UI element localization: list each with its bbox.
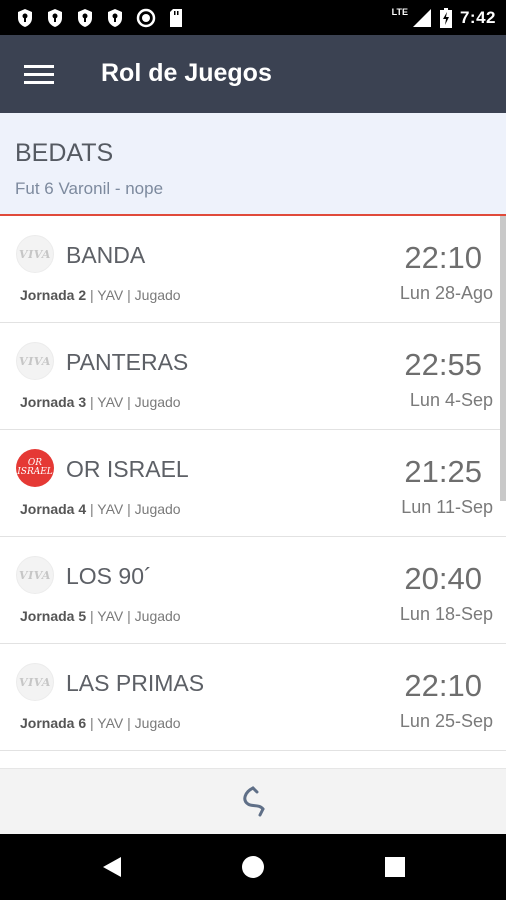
recents-icon[interactable] (380, 852, 410, 882)
game-meta: Jornada 6 | YAV | Jugado (20, 715, 181, 731)
network-type: LTE (391, 7, 408, 17)
home-icon[interactable] (238, 852, 268, 882)
clock: 7:42 (459, 8, 496, 27)
game-date: Lun 11-Sep (401, 497, 493, 517)
opponent-name: BANDA (66, 242, 146, 268)
shield-icon (78, 9, 92, 27)
game-date: Lun 4-Sep (409, 390, 493, 410)
app-bar: Rol de Juegos (0, 35, 506, 113)
system-icons: LTE 7:42 (392, 6, 496, 30)
game-details: | YAV | Jugado (86, 287, 181, 303)
status-bar: LTE 7:42 (0, 0, 506, 35)
game-row[interactable]: VIVA BANDA Jornada 2 | YAV | Jugado 22:1… (0, 216, 506, 323)
opponent-name: PANTERAS (66, 349, 189, 375)
games-list[interactable]: VIVA BANDA Jornada 2 | YAV | Jugado 22:1… (0, 216, 506, 768)
back-icon[interactable] (97, 852, 127, 882)
game-meta: Jornada 5 | YAV | Jugado (20, 608, 181, 624)
game-time: 22:10 (404, 668, 482, 703)
game-meta: Jornada 4 | YAV | Jugado (20, 501, 181, 517)
team-logo: VIVA (16, 556, 54, 594)
scrollbar[interactable] (500, 216, 506, 501)
team-logo: OR ISRAEL (16, 449, 54, 487)
game-date: Lun 18-Sep (399, 604, 493, 624)
notification-icons (16, 7, 184, 29)
game-details: | YAV | Jugado (86, 394, 181, 410)
team-logo: VIVA (16, 235, 54, 273)
signal-icon (412, 9, 431, 27)
shield-icon (18, 9, 32, 27)
game-details: | YAV | Jugado (86, 501, 181, 517)
team-logo: VIVA (16, 342, 54, 380)
game-row[interactable]: VIVA PANTERAS Jornada 3 | YAV | Jugado 2… (0, 323, 506, 430)
record-icon (136, 8, 156, 28)
shield-icon (48, 9, 62, 27)
page-title: Rol de Juegos (101, 59, 272, 87)
game-time: 22:55 (404, 347, 482, 382)
game-row[interactable]: VIVA LAS PRIMAS Jornada 6 | YAV | Jugado… (0, 644, 506, 751)
team-name: BEDATS (15, 139, 114, 167)
game-details: | YAV | Jugado (86, 715, 181, 731)
sd-card-icon (170, 9, 182, 27)
game-time: 22:10 (404, 240, 482, 275)
navigation-bar (0, 834, 506, 900)
brand-logo-icon[interactable] (236, 784, 272, 820)
game-time: 20:40 (404, 561, 482, 596)
hamburger-menu-icon[interactable] (18, 57, 62, 91)
jornada-label: Jornada 2 (20, 287, 87, 303)
game-row[interactable]: OR ISRAEL OR ISRAEL Jornada 4 | YAV | Ju… (0, 430, 506, 537)
opponent-name: OR ISRAEL (66, 456, 189, 482)
game-meta: Jornada 2 | YAV | Jugado (20, 287, 181, 303)
footer (0, 768, 506, 834)
team-subtitle: Fut 6 Varonil - nope (15, 179, 164, 198)
jornada-label: Jornada 4 (20, 501, 87, 517)
opponent-name: LAS PRIMAS (66, 670, 205, 696)
game-time: 21:25 (404, 454, 482, 489)
game-meta: Jornada 3 | YAV | Jugado (20, 394, 181, 410)
team-header: BEDATS Fut 6 Varonil - nope (0, 113, 506, 216)
game-row[interactable]: VIVA LOS 90´ Jornada 5 | YAV | Jugado 20… (0, 537, 506, 644)
game-date: Lun 25-Sep (399, 711, 493, 731)
jornada-label: Jornada 6 (20, 715, 87, 731)
jornada-label: Jornada 5 (20, 608, 87, 624)
game-date: Lun 28-Ago (399, 283, 493, 303)
battery-charging-icon (439, 8, 452, 28)
jornada-label: Jornada 3 (20, 394, 87, 410)
game-details: | YAV | Jugado (86, 608, 181, 624)
shield-icon (108, 9, 122, 27)
opponent-name: LOS 90´ (66, 563, 152, 589)
team-logo: VIVA (16, 663, 54, 701)
